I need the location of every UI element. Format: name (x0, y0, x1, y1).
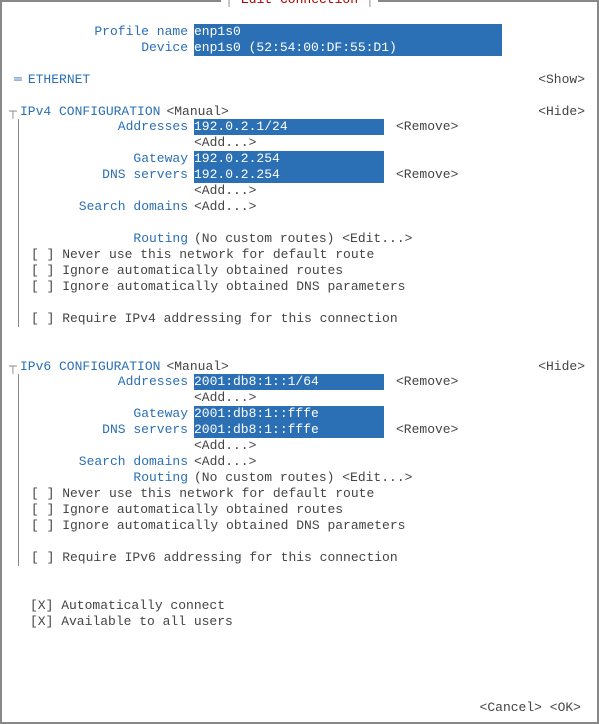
ipv6-gateway-label: Gateway (19, 406, 194, 422)
ipv6-dns-remove-button[interactable]: <Remove> (384, 422, 458, 437)
ipv6-dns-add-button[interactable]: <Add...> (194, 438, 585, 454)
ipv4-mode-select[interactable]: <Manual> (160, 104, 228, 120)
edit-connection-window: ┤Edit Connection├ Profile name enp1s0 De… (0, 0, 599, 724)
ok-button[interactable]: <OK> (550, 700, 581, 715)
ipv4-ignore-dns-checkbox[interactable]: [ ] Ignore automatically obtained DNS pa… (19, 279, 585, 295)
ipv6-addresses-label: Addresses (19, 374, 194, 390)
profile-name-input[interactable]: enp1s0 (194, 24, 502, 40)
ipv6-ignore-routes-checkbox[interactable]: [ ] Ignore automatically obtained routes (19, 502, 585, 518)
ipv6-never-default-checkbox[interactable]: [ ] Never use this network for default r… (19, 486, 585, 502)
ipv6-address-input[interactable]: 2001:db8:1::1/64 (194, 374, 384, 390)
device-input[interactable]: enp1s0 (52:54:00:DF:55:D1) (194, 40, 502, 56)
ipv4-address-remove-button[interactable]: <Remove> (384, 119, 458, 134)
ipv4-search-add-button[interactable]: <Add...> (194, 199, 585, 215)
ipv4-dns-label: DNS servers (19, 167, 194, 183)
ipv6-dns-input[interactable]: 2001:db8:1::fffe (194, 422, 384, 438)
cancel-button[interactable]: <Cancel> (480, 700, 542, 715)
section-indicator: ═ (14, 72, 28, 88)
title-right-pipe: ├ (362, 0, 378, 7)
profile-name-label: Profile name (14, 24, 194, 40)
profile-name-row: Profile name enp1s0 (14, 24, 585, 40)
title-bar: ┤Edit Connection├ (2, 0, 597, 8)
ipv6-routing-edit-button[interactable]: (No custom routes) <Edit...> (194, 470, 585, 486)
ipv4-never-default-checkbox[interactable]: [ ] Never use this network for default r… (19, 247, 585, 263)
ipv6-ignore-dns-checkbox[interactable]: [ ] Ignore automatically obtained DNS pa… (19, 518, 585, 534)
ipv4-section-body: Addresses 192.0.2.1/24<Remove> <Add...> … (18, 119, 585, 327)
ipv6-search-add-button[interactable]: <Add...> (194, 454, 585, 470)
device-label: Device (14, 40, 194, 56)
ipv6-address-remove-button[interactable]: <Remove> (384, 374, 458, 389)
ipv4-ignore-routes-checkbox[interactable]: [ ] Ignore automatically obtained routes (19, 263, 585, 279)
title-left-pipe: ┤ (221, 0, 237, 7)
action-buttons: <Cancel> <OK> (480, 700, 581, 716)
device-row: Device enp1s0 (52:54:00:DF:55:D1) (14, 40, 585, 56)
ipv4-gateway-label: Gateway (19, 151, 194, 167)
ipv6-search-label: Search domains (19, 454, 194, 470)
ipv4-require-checkbox[interactable]: [ ] Require IPv4 addressing for this con… (19, 311, 585, 327)
ipv6-section-name: IPv6 CONFIGURATION (20, 359, 160, 375)
ipv6-section-body: Addresses 2001:db8:1::1/64<Remove> <Add.… (18, 374, 585, 566)
ipv6-mode-select[interactable]: <Manual> (160, 359, 228, 375)
ipv4-dns-add-button[interactable]: <Add...> (194, 183, 585, 199)
ipv4-address-add-button[interactable]: <Add...> (194, 135, 585, 151)
ipv4-gateway-input[interactable]: 192.0.2.254 (194, 151, 384, 167)
ipv6-gateway-input[interactable]: 2001:db8:1::fffe (194, 406, 384, 422)
ipv4-section-header: IPv4 CONFIGURATION <Manual> <Hide> (14, 104, 585, 120)
ipv6-routing-label: Routing (19, 470, 194, 486)
ipv4-dns-input[interactable]: 192.0.2.254 (194, 167, 384, 183)
ipv4-routing-edit-button[interactable]: (No custom routes) <Edit...> (194, 231, 585, 247)
ipv4-search-label: Search domains (19, 199, 194, 215)
ipv4-hide-button[interactable]: <Hide> (538, 104, 585, 120)
ipv4-addresses-label: Addresses (19, 119, 194, 135)
ipv4-section-name: IPv4 CONFIGURATION (20, 104, 160, 120)
ipv6-section-header: IPv6 CONFIGURATION <Manual> <Hide> (14, 359, 585, 375)
ipv6-require-checkbox[interactable]: [ ] Require IPv6 addressing for this con… (19, 550, 585, 566)
ipv6-address-add-button[interactable]: <Add...> (194, 390, 585, 406)
window-title: Edit Connection (237, 0, 362, 7)
ethernet-section-header: ═ ETHERNET <Show> (14, 72, 585, 88)
ipv6-dns-label: DNS servers (19, 422, 194, 438)
ipv4-routing-label: Routing (19, 231, 194, 247)
ethernet-section-name: ETHERNET (28, 72, 90, 88)
available-all-users-checkbox[interactable]: [X] Available to all users (14, 614, 585, 630)
ipv4-address-input[interactable]: 192.0.2.1/24 (194, 119, 384, 135)
auto-connect-checkbox[interactable]: [X] Automatically connect (14, 598, 585, 614)
ipv6-hide-button[interactable]: <Hide> (538, 359, 585, 375)
ipv4-dns-remove-button[interactable]: <Remove> (384, 167, 458, 182)
ethernet-show-button[interactable]: <Show> (538, 72, 585, 88)
